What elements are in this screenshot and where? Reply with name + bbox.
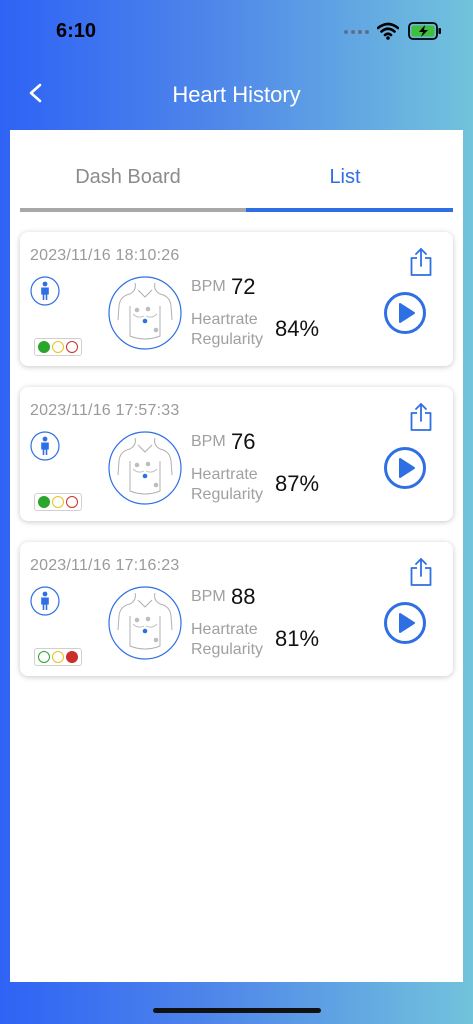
record-card[interactable]: 2023/11/16 18:10:26 BPM 72 Heartrate Reg… xyxy=(20,232,453,366)
regularity-label: Heartrate Regularity xyxy=(191,310,263,350)
chest-electrode-icon xyxy=(108,431,182,505)
green-light-icon xyxy=(38,651,50,663)
person-icon[interactable] xyxy=(30,431,60,461)
cellular-signal-icon xyxy=(344,30,369,34)
tab-dash-board[interactable]: Dash Board xyxy=(20,166,236,189)
person-icon[interactable] xyxy=(30,586,60,616)
bpm-label: BPM xyxy=(191,433,226,450)
tab-bar: Dash Board List xyxy=(20,130,453,214)
bpm-value: 72 xyxy=(231,274,256,299)
regularity-value: 84% xyxy=(275,316,320,341)
yellow-light-icon xyxy=(52,651,64,663)
share-button[interactable] xyxy=(408,247,434,277)
play-button[interactable] xyxy=(384,602,426,644)
person-icon[interactable] xyxy=(30,276,60,306)
red-light-icon xyxy=(66,496,78,508)
regularity-value: 87% xyxy=(275,471,320,496)
play-button[interactable] xyxy=(384,292,426,334)
chest-electrode-icon xyxy=(108,586,182,660)
status-bar: 6:10 xyxy=(0,0,473,60)
record-timestamp: 2023/11/16 17:57:33 xyxy=(30,402,180,419)
heartrate-text: Heartrate xyxy=(191,466,258,483)
red-light-icon xyxy=(66,651,78,663)
content-panel: Dash Board List 2023/11/16 18:10:26 BPM … xyxy=(10,130,463,982)
heartrate-text: Heartrate xyxy=(191,311,258,328)
play-button[interactable] xyxy=(384,447,426,489)
wifi-icon xyxy=(377,22,399,40)
yellow-light-icon xyxy=(52,496,64,508)
tab-indicator-inactive xyxy=(20,208,246,212)
tab-list[interactable]: List xyxy=(237,166,453,189)
home-indicator xyxy=(153,1008,321,1013)
page-title: Heart History xyxy=(172,82,301,107)
chest-electrode-icon xyxy=(108,276,182,350)
green-light-icon xyxy=(38,496,50,508)
nav-bar: Heart History xyxy=(0,60,473,128)
bpm-label: BPM xyxy=(191,278,226,295)
share-button[interactable] xyxy=(408,557,434,587)
green-light-icon xyxy=(38,341,50,353)
regularity-text: Regularity xyxy=(191,641,264,658)
regularity-text: Regularity xyxy=(191,486,264,503)
regularity-label: Heartrate Regularity xyxy=(191,465,263,505)
status-lights xyxy=(34,648,82,666)
regularity-value: 81% xyxy=(275,626,320,651)
record-card[interactable]: 2023/11/16 17:16:23 BPM 88 Heartrate Reg… xyxy=(20,542,453,676)
status-lights xyxy=(34,493,82,511)
status-time: 6:10 xyxy=(56,20,97,42)
status-lights xyxy=(34,338,82,356)
battery-charging-icon xyxy=(408,22,441,40)
yellow-light-icon xyxy=(52,341,64,353)
record-card[interactable]: 2023/11/16 17:57:33 BPM 76 Heartrate Reg… xyxy=(20,387,453,521)
red-light-icon xyxy=(66,341,78,353)
share-button[interactable] xyxy=(408,402,434,432)
bpm-value: 88 xyxy=(231,584,256,609)
heartrate-text: Heartrate xyxy=(191,621,258,638)
regularity-label: Heartrate Regularity xyxy=(191,620,263,660)
tab-indicator-active xyxy=(246,208,453,212)
bpm-label: BPM xyxy=(191,588,226,605)
record-timestamp: 2023/11/16 18:10:26 xyxy=(30,247,180,264)
regularity-text: Regularity xyxy=(191,331,264,348)
record-timestamp: 2023/11/16 17:16:23 xyxy=(30,557,180,574)
bpm-value: 76 xyxy=(231,429,256,454)
